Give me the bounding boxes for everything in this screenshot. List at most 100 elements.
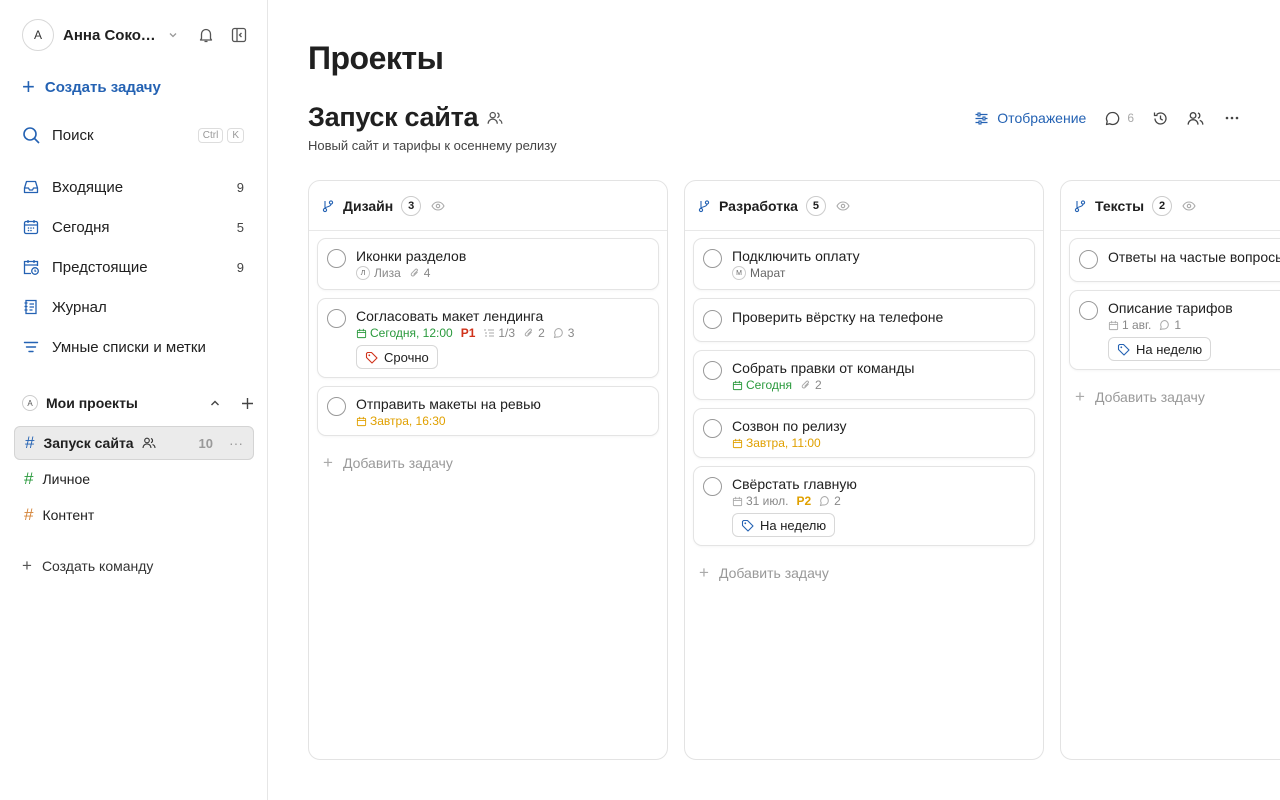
task-card[interactable]: Свёрстать главную 31 июл. P2 2 На неделю (693, 466, 1035, 546)
add-task-label: Добавить задачу (342, 455, 453, 471)
chevron-up-icon[interactable] (209, 397, 221, 409)
eye-icon[interactable] (431, 199, 445, 213)
calendar-icon (356, 416, 370, 427)
my-projects-header[interactable]: А Мои проекты (22, 393, 254, 413)
task-card[interactable]: Иконки разделов Л Лиза 4 (317, 238, 659, 290)
paperclip-icon (409, 267, 424, 279)
tag-badge[interactable]: На неделю (732, 513, 836, 537)
calendar-icon (732, 496, 746, 507)
view-button[interactable]: Отображение (974, 110, 1086, 126)
hash-icon: # (24, 505, 34, 524)
sidebar-item-inbox[interactable]: Входящие 9 (22, 176, 244, 198)
task-checkbox[interactable] (327, 397, 346, 416)
comment-icon (819, 495, 834, 507)
sidebar-item-smart-lists[interactable]: Умные списки и метки (22, 336, 244, 358)
sidebar-project-launch[interactable]: # Запуск сайта 10 ··· (14, 426, 254, 460)
task-checkbox[interactable] (1079, 250, 1098, 269)
sidebar-project-content[interactable]: # Контент (14, 498, 254, 532)
sidebar-item-upcoming[interactable]: Предстоящие 9 (22, 256, 244, 278)
sidebar-toggle-icon[interactable] (230, 26, 248, 44)
task-checkbox[interactable] (327, 309, 346, 328)
task-card[interactable]: Описание тарифов 1 авг. 1 На неделю (1069, 290, 1280, 370)
task-title: Согласовать макет лендинга (356, 308, 544, 324)
due-date: Сегодня, 12:00 (370, 326, 453, 340)
team-icon (142, 436, 156, 450)
attachments-count: 2 (815, 378, 822, 392)
task-meta: М Марат (732, 266, 793, 280)
comment-icon[interactable] (1104, 110, 1121, 127)
sidebar-item-label: Журнал (52, 298, 107, 316)
avatar: А (22, 19, 54, 51)
project-title-text: Запуск сайта (308, 102, 479, 132)
task-card[interactable]: Ответы на частые вопросы (1069, 238, 1280, 282)
project-title: Запуск сайта (308, 102, 503, 133)
add-task-button[interactable]: + Добавить задачу (1075, 387, 1205, 407)
project-label: Личное (42, 471, 91, 487)
chevron-down-icon[interactable] (167, 29, 179, 41)
sidebar-item-journal[interactable]: Журнал (22, 296, 244, 318)
add-task-label: Добавить задачу (1094, 389, 1205, 405)
task-checkbox[interactable] (327, 249, 346, 268)
sidebar-project-personal[interactable]: # Личное (14, 462, 254, 496)
task-checkbox[interactable] (703, 310, 722, 329)
create-team-label: Создать команду (41, 558, 154, 574)
sidebar-item-label: Сегодня (52, 218, 110, 236)
sidebar-item-today[interactable]: Сегодня 5 (22, 216, 244, 238)
column-title: Тексты (1095, 197, 1145, 214)
add-task-button[interactable]: + Добавить задачу (699, 563, 829, 583)
board-column-design: Дизайн 3 Иконки разделов Л Лиза 4 Согласо… (308, 180, 668, 760)
tag-badge[interactable]: На неделю (1108, 337, 1212, 361)
sidebar-item-count: 5 (236, 219, 244, 235)
tag-badge[interactable]: Срочно (356, 345, 438, 369)
comments-count: 2 (834, 494, 841, 508)
sidebar-item-count: 9 (236, 259, 244, 275)
task-checkbox[interactable] (703, 361, 722, 380)
branch-icon (321, 199, 335, 213)
eye-icon[interactable] (836, 199, 850, 213)
task-checkbox[interactable] (1079, 301, 1098, 320)
calendar-icon (732, 438, 746, 449)
task-checkbox[interactable] (703, 419, 722, 438)
task-card[interactable]: Отправить макеты на ревью Завтра, 16:30 (317, 386, 659, 436)
hash-icon: # (25, 433, 35, 452)
create-team-button[interactable]: + Создать команду (22, 556, 153, 576)
shortcut-key: K (227, 127, 244, 143)
add-project-icon[interactable] (241, 397, 254, 410)
view-label: Отображение (997, 110, 1087, 126)
task-checkbox[interactable] (703, 249, 722, 268)
sidebar-item-count: 9 (236, 179, 244, 195)
column-title: Разработка (719, 197, 798, 214)
subtasks-icon (483, 327, 498, 339)
search-button[interactable]: Поиск Ctrl K (22, 124, 244, 146)
assignee-avatar: Л (356, 266, 370, 280)
plus-icon: + (699, 563, 709, 582)
hash-icon: # (24, 469, 34, 488)
bell-icon[interactable] (197, 26, 215, 44)
user-menu[interactable]: А Анна Сокол... (22, 18, 254, 52)
due-date: Завтра, 16:30 (370, 414, 446, 428)
column-header[interactable]: Дизайн 3 (309, 181, 667, 231)
task-card[interactable]: Подключить оплату М Марат (693, 238, 1035, 290)
column-header[interactable]: Разработка 5 (685, 181, 1043, 231)
task-card[interactable]: Согласовать макет лендинга Сегодня, 12:0… (317, 298, 659, 378)
task-card[interactable]: Созвон по релизу Завтра, 11:00 (693, 408, 1035, 458)
add-task-button[interactable]: + Добавить задачу (323, 453, 453, 473)
task-card[interactable]: Собрать правки от команды Сегодня 2 (693, 350, 1035, 400)
calendar-icon (356, 328, 370, 339)
history-icon[interactable] (1152, 110, 1169, 127)
task-card[interactable]: Проверить вёрстку на телефоне (693, 298, 1035, 342)
more-icon[interactable] (1224, 110, 1240, 126)
tag-icon (365, 351, 384, 364)
task-checkbox[interactable] (703, 477, 722, 496)
column-header[interactable]: Тексты 2 (1061, 181, 1280, 231)
task-title: Отправить макеты на ревью (356, 396, 541, 412)
more-icon[interactable]: ··· (229, 435, 243, 451)
task-title: Ответы на частые вопросы (1108, 249, 1280, 265)
paperclip-icon (523, 327, 538, 339)
filter-icon (22, 338, 40, 356)
share-people-icon[interactable] (1187, 110, 1204, 127)
eye-icon[interactable] (1182, 199, 1196, 213)
task-meta: Завтра, 11:00 (732, 436, 829, 450)
task-title: Свёрстать главную (732, 476, 857, 492)
create-task-button[interactable]: + Создать задачу (22, 76, 161, 98)
